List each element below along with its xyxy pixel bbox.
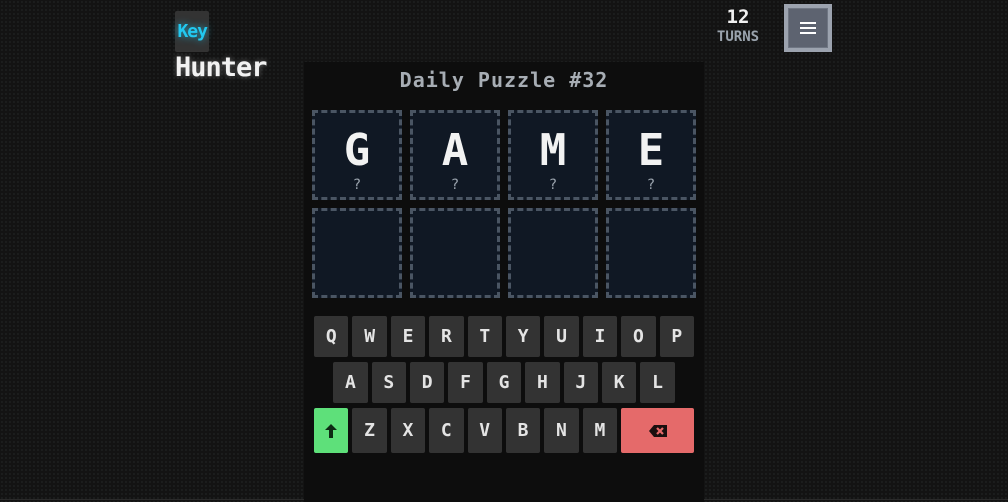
keyboard-row-1: QWERTYUIOP <box>304 316 704 357</box>
board-row: G? A? M? E? <box>312 110 696 200</box>
key-m[interactable]: M <box>582 408 618 453</box>
letter-tile <box>410 208 500 298</box>
puzzle-title: Daily Puzzle #32 <box>399 68 609 92</box>
key-z[interactable]: Z <box>352 408 387 453</box>
key-k[interactable]: K <box>601 362 637 403</box>
key-q[interactable]: Q <box>314 316 349 357</box>
menu-button[interactable] <box>784 4 832 52</box>
key-s[interactable]: S <box>371 362 407 403</box>
menu-button-face[interactable] <box>788 8 828 48</box>
key-n[interactable]: N <box>544 408 579 453</box>
tile-letter: E <box>637 125 665 176</box>
key-r[interactable]: R <box>429 316 464 357</box>
logo-hunter-text: Hunter <box>175 52 268 83</box>
tile-hint: ? <box>450 177 460 193</box>
tile-letter: A <box>441 125 469 176</box>
letter-tile: E? <box>606 110 696 200</box>
keyboard-row-2: ASDFGHJKL <box>304 362 704 403</box>
key-h[interactable]: H <box>525 362 560 403</box>
logo: Key Hunter <box>175 11 268 84</box>
tile-letter: G <box>343 125 371 176</box>
key-y[interactable]: Y <box>506 316 541 357</box>
delete-key[interactable] <box>621 408 695 453</box>
logo-key-text: Key <box>175 11 210 52</box>
letter-tile <box>508 208 598 298</box>
letter-tile: G? <box>312 110 402 200</box>
key-w[interactable]: W <box>352 316 387 357</box>
arrow-up-icon <box>325 423 338 438</box>
backspace-icon <box>648 424 667 437</box>
enter-key[interactable] <box>313 408 349 453</box>
key-b[interactable]: B <box>505 408 541 453</box>
tile-hint: ? <box>548 177 558 193</box>
key-e[interactable]: E <box>390 316 426 357</box>
key-t[interactable]: T <box>467 316 502 357</box>
letter-tile: M? <box>508 110 598 200</box>
key-x[interactable]: X <box>390 408 426 453</box>
key-i[interactable]: I <box>582 316 618 357</box>
key-l[interactable]: L <box>640 362 675 403</box>
letter-tile <box>312 208 402 298</box>
turns-count: 12 <box>726 6 750 28</box>
tile-hint: ? <box>352 177 362 193</box>
turns-counter: 12 TURNS <box>700 6 776 45</box>
turns-label: TURNS <box>716 29 760 45</box>
key-p[interactable]: P <box>659 316 694 357</box>
game-board: G? A? M? E? <box>312 110 696 306</box>
key-d[interactable]: D <box>410 362 445 403</box>
key-o[interactable]: O <box>621 316 656 357</box>
key-g[interactable]: G <box>486 362 522 403</box>
board-row <box>312 208 696 298</box>
key-j[interactable]: J <box>563 362 598 403</box>
key-u[interactable]: U <box>544 316 579 357</box>
letter-tile: A? <box>410 110 500 200</box>
key-a[interactable]: A <box>333 362 368 403</box>
key-v[interactable]: V <box>467 408 502 453</box>
hamburger-icon[interactable] <box>800 19 816 37</box>
tile-hint: ? <box>646 177 656 193</box>
on-screen-keyboard: QWERTYUIOP ASDFGHJKL ZXCVBNM <box>304 316 704 458</box>
key-f[interactable]: F <box>448 362 483 403</box>
letter-tile <box>606 208 696 298</box>
keyboard-row-3: ZXCVBNM <box>304 408 704 453</box>
tile-letter: M <box>539 125 567 176</box>
key-c[interactable]: C <box>429 408 464 453</box>
